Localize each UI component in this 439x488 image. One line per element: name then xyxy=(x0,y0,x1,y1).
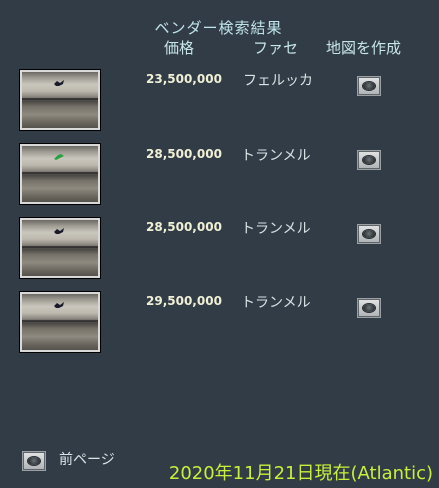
create-map-button[interactable] xyxy=(357,76,381,96)
item-icon xyxy=(54,154,64,160)
item-icon xyxy=(54,80,64,86)
town-column-header: ファセ xyxy=(253,39,299,57)
item-icon xyxy=(54,228,64,234)
map-column-header: 地図を作成 xyxy=(326,39,402,57)
create-map-button[interactable] xyxy=(357,150,381,170)
previous-page-label[interactable]: 前ページ xyxy=(59,449,115,469)
item-icon xyxy=(54,302,64,308)
eye-icon xyxy=(28,457,40,465)
item-thumbnail[interactable] xyxy=(19,69,101,131)
eye-icon xyxy=(363,304,375,312)
results-title: ベンダー検索結果 xyxy=(154,19,283,37)
item-price: 28,500,000 xyxy=(146,147,222,161)
item-town: トランメル xyxy=(241,148,311,164)
previous-page-button[interactable] xyxy=(22,451,46,471)
price-column-header: 価格 xyxy=(164,39,195,57)
item-price: 29,500,000 xyxy=(146,294,222,308)
item-price: 28,500,000 xyxy=(146,220,222,234)
item-thumbnail[interactable] xyxy=(19,143,101,205)
create-map-button[interactable] xyxy=(357,224,381,244)
eye-icon xyxy=(363,230,375,238)
item-town: トランメル xyxy=(241,221,311,237)
date-status: 2020年11月21日現在(Atlantic) xyxy=(168,463,433,484)
item-thumbnail[interactable] xyxy=(19,217,101,279)
eye-icon xyxy=(363,82,375,90)
item-price: 23,500,000 xyxy=(146,72,222,86)
create-map-button[interactable] xyxy=(357,298,381,318)
eye-icon xyxy=(363,156,375,164)
item-town: トランメル xyxy=(241,295,311,311)
item-town: フェルッカ xyxy=(243,73,313,89)
item-thumbnail[interactable] xyxy=(19,291,101,353)
